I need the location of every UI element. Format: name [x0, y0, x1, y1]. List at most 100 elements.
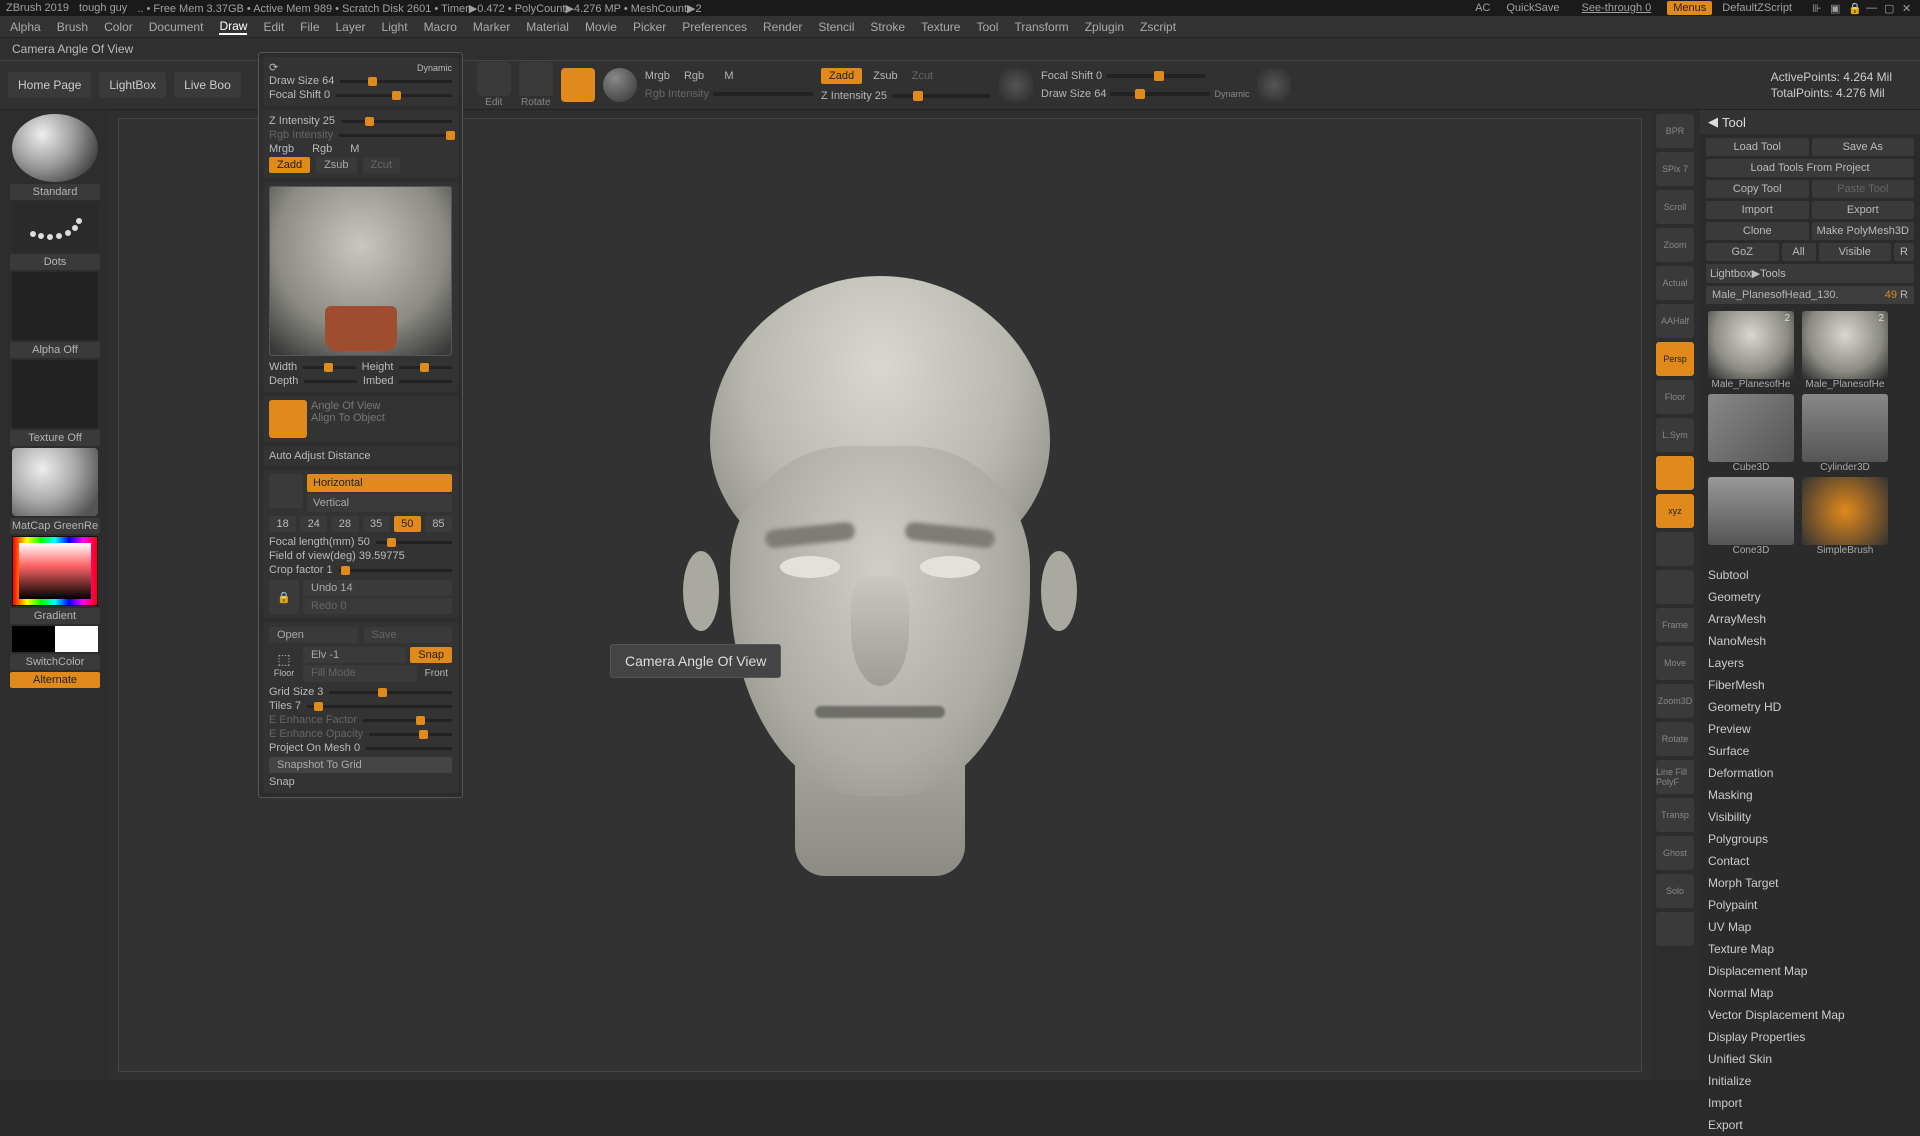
- lock-icon[interactable]: 🔒: [1848, 2, 1860, 14]
- fl-50[interactable]: 50: [394, 516, 421, 532]
- menu-stroke[interactable]: Stroke: [870, 20, 905, 34]
- dp-rgbint[interactable]: Rgb Intensity: [269, 129, 333, 141]
- brush-name[interactable]: Standard: [10, 184, 100, 200]
- goz-button[interactable]: GoZ: [1706, 243, 1779, 261]
- focalshift-label[interactable]: Focal Shift 0: [1041, 70, 1102, 82]
- rstrip-scroll[interactable]: Scroll: [1656, 190, 1694, 224]
- tool-section-vector-displacement-map[interactable]: Vector Displacement Map: [1700, 1004, 1920, 1026]
- lightbox-button[interactable]: LightBox: [99, 72, 166, 98]
- tool-section-uv-map[interactable]: UV Map: [1700, 916, 1920, 938]
- dp-fov[interactable]: Field of view(deg) 39.59775: [269, 550, 405, 562]
- dynamic-label[interactable]: Dynamic: [1214, 89, 1249, 99]
- menu-material[interactable]: Material: [526, 20, 569, 34]
- persp-icon[interactable]: [269, 400, 307, 438]
- tool-section-polygroups[interactable]: Polygroups: [1700, 828, 1920, 850]
- dp-gridsize[interactable]: Grid Size 3: [269, 686, 323, 698]
- dp-tiles[interactable]: Tiles 7: [269, 700, 301, 712]
- tool-section-display-properties[interactable]: Display Properties: [1700, 1026, 1920, 1048]
- goz-visible-button[interactable]: Visible: [1819, 243, 1892, 261]
- menu-transform[interactable]: Transform: [1014, 20, 1068, 34]
- rstrip-btn[interactable]: [1656, 456, 1694, 490]
- tool-section-surface[interactable]: Surface: [1700, 740, 1920, 762]
- dp-snapb[interactable]: Snap: [269, 776, 295, 788]
- brush-thumbnail[interactable]: [12, 114, 98, 182]
- dp-aad[interactable]: Auto Adjust Distance: [269, 450, 452, 462]
- rstrip-btn[interactable]: [1656, 570, 1694, 604]
- switchcolor-button[interactable]: SwitchColor: [10, 654, 100, 670]
- fl-24[interactable]: 24: [300, 516, 327, 532]
- load-project-button[interactable]: Load Tools From Project: [1706, 159, 1914, 177]
- lightbox-tools[interactable]: Lightbox▶Tools: [1706, 264, 1914, 283]
- tool-section-arraymesh[interactable]: ArrayMesh: [1700, 608, 1920, 630]
- tool-name[interactable]: Male_PlanesofHead_130.: [1712, 289, 1839, 301]
- rgb-label[interactable]: Rgb: [684, 70, 704, 82]
- rstrip-floor[interactable]: Floor: [1656, 380, 1694, 414]
- menu-file[interactable]: File: [300, 20, 319, 34]
- dp-rgb[interactable]: Rgb: [312, 143, 332, 155]
- menu-zplugin[interactable]: Zplugin: [1085, 20, 1124, 34]
- draw-mode-icon[interactable]: [561, 68, 595, 102]
- menu-light[interactable]: Light: [382, 20, 408, 34]
- dp-m[interactable]: M: [350, 143, 359, 155]
- maximize-icon[interactable]: ▢: [1884, 2, 1896, 14]
- dock-icon[interactable]: ▣: [1830, 2, 1842, 14]
- menu-marker[interactable]: Marker: [473, 20, 510, 34]
- tool-section-import[interactable]: Import: [1700, 1092, 1920, 1114]
- alpha-name[interactable]: Alpha Off: [10, 342, 100, 358]
- dp-stg[interactable]: Snapshot To Grid: [269, 757, 452, 773]
- rstrip-xyz[interactable]: xyz: [1656, 494, 1694, 528]
- tool-section-nanomesh[interactable]: NanoMesh: [1700, 630, 1920, 652]
- tool-section-contact[interactable]: Contact: [1700, 850, 1920, 872]
- load-tool-button[interactable]: Load Tool: [1706, 138, 1809, 156]
- tool-section-deformation[interactable]: Deformation: [1700, 762, 1920, 784]
- tool-section-unified-skin[interactable]: Unified Skin: [1700, 1048, 1920, 1070]
- zint-label[interactable]: Z Intensity 25: [821, 90, 887, 102]
- zscript-label[interactable]: DefaultZScript: [1722, 2, 1792, 14]
- menu-render[interactable]: Render: [763, 20, 802, 34]
- dp-width[interactable]: Width: [269, 361, 297, 373]
- menu-layer[interactable]: Layer: [336, 20, 366, 34]
- dp-dynamic[interactable]: Dynamic: [417, 63, 452, 73]
- dp-horizontal[interactable]: Horizontal: [307, 474, 452, 492]
- rstrip-move[interactable]: Move: [1656, 646, 1694, 680]
- rstrip-zoom[interactable]: Zoom: [1656, 228, 1694, 262]
- m-label[interactable]: M: [724, 70, 733, 82]
- goz-r-button[interactable]: R: [1894, 243, 1914, 261]
- dp-focal[interactable]: Focal Shift 0: [269, 89, 330, 101]
- dp-crop[interactable]: Crop factor 1: [269, 564, 333, 576]
- rstrip-line-fill-polyf[interactable]: Line Fill PolyF: [1656, 760, 1694, 794]
- close-icon[interactable]: ✕: [1902, 2, 1914, 14]
- menu-movie[interactable]: Movie: [585, 20, 617, 34]
- dp-zint[interactable]: Z Intensity 25: [269, 115, 335, 127]
- dp-zcut[interactable]: Zcut: [363, 157, 400, 173]
- polymesh-button[interactable]: Make PolyMesh3D: [1812, 222, 1915, 240]
- tool-section-geometry-hd[interactable]: Geometry HD: [1700, 696, 1920, 718]
- tool-section-normal-map[interactable]: Normal Map: [1700, 982, 1920, 1004]
- fl-85[interactable]: 85: [425, 516, 452, 532]
- menu-zscript[interactable]: Zscript: [1140, 20, 1176, 34]
- menu-picker[interactable]: Picker: [633, 20, 666, 34]
- focal-preview-icon[interactable]: [999, 68, 1033, 102]
- rstrip-rotate[interactable]: Rotate: [1656, 722, 1694, 756]
- pin-icon[interactable]: ⊪: [1812, 2, 1824, 14]
- drawsize-label[interactable]: Draw Size 64: [1041, 88, 1106, 100]
- alpha-thumbnail[interactable]: [12, 272, 98, 340]
- tool-section-polypaint[interactable]: Polypaint: [1700, 894, 1920, 916]
- mrgb-label[interactable]: Mrgb: [645, 70, 670, 82]
- edit-icon[interactable]: [477, 62, 511, 96]
- dp-eef[interactable]: E Enhance Factor: [269, 714, 357, 726]
- tool-thumb-2[interactable]: Cube3D: [1706, 394, 1796, 473]
- rstrip-transp[interactable]: Transp: [1656, 798, 1694, 832]
- dp-elv[interactable]: Elv -1: [303, 647, 406, 663]
- texture-thumbnail[interactable]: [12, 360, 98, 428]
- camera-icon[interactable]: [269, 474, 303, 508]
- zcut-label[interactable]: Zcut: [912, 70, 933, 82]
- menu-macro[interactable]: Macro: [424, 20, 457, 34]
- gradient-label[interactable]: Gradient: [10, 608, 100, 624]
- dp-front[interactable]: Front: [421, 665, 452, 682]
- menu-preferences[interactable]: Preferences: [682, 20, 747, 34]
- tool-thumb-5[interactable]: SimpleBrush: [1800, 477, 1890, 556]
- seethrough-slider[interactable]: See-through 0: [1576, 1, 1658, 15]
- tool-section-texture-map[interactable]: Texture Map: [1700, 938, 1920, 960]
- rgbint-label[interactable]: Rgb Intensity: [645, 88, 709, 100]
